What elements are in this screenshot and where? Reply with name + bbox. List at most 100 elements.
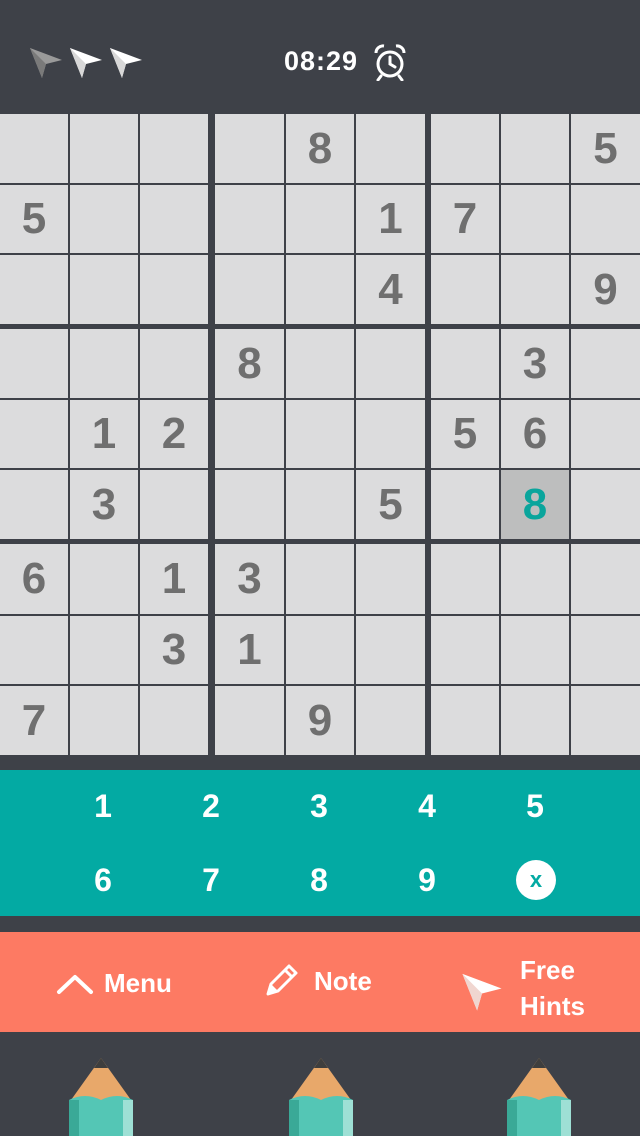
paper-plane-icon	[30, 48, 62, 78]
sudoku-cell-r7-c3[interactable]: 1	[140, 544, 208, 614]
sudoku-cell-r5-c6[interactable]	[356, 400, 425, 468]
sudoku-cell-r9-c9[interactable]	[571, 686, 640, 755]
sudoku-cell-r5-c9[interactable]	[571, 400, 640, 468]
sudoku-cell-r8-c4[interactable]: 1	[215, 616, 284, 684]
sudoku-cell-r7-c1[interactable]: 6	[0, 544, 68, 614]
sudoku-cell-r8-c7[interactable]	[431, 616, 499, 684]
sudoku-cell-r4-c5[interactable]	[286, 329, 354, 398]
sudoku-cell-r2-c9[interactable]	[571, 185, 640, 253]
numpad-key-1[interactable]: 1	[73, 781, 133, 831]
sudoku-cell-r1-c5[interactable]: 8	[286, 114, 354, 183]
sudoku-cell-r5-c7[interactable]: 5	[431, 400, 499, 468]
sudoku-cell-r2-c3[interactable]	[140, 185, 208, 253]
sudoku-cell-r5-c1[interactable]	[0, 400, 68, 468]
sudoku-cell-r6-c4[interactable]	[215, 470, 284, 539]
sudoku-cell-r9-c2[interactable]	[70, 686, 138, 755]
sudoku-cell-r2-c2[interactable]	[70, 185, 138, 253]
sudoku-cell-r9-c4[interactable]	[215, 686, 284, 755]
sudoku-cell-r8-c6[interactable]	[356, 616, 425, 684]
free-hints-label-line1: Free	[520, 955, 575, 985]
sudoku-cell-r5-c5[interactable]	[286, 400, 354, 468]
sudoku-cell-r4-c4[interactable]: 8	[215, 329, 284, 398]
sudoku-cell-r4-c1[interactable]	[0, 329, 68, 398]
sudoku-board: 85517498312563586133179	[0, 114, 640, 756]
free-hints-button[interactable]: Free Hints	[460, 952, 585, 1024]
sudoku-cell-r9-c1[interactable]: 7	[0, 686, 68, 755]
sudoku-cell-r3-c3[interactable]	[140, 255, 208, 324]
sudoku-cell-r5-c4[interactable]	[215, 400, 284, 468]
sudoku-cell-r8-c3[interactable]: 3	[140, 616, 208, 684]
numpad-key-3[interactable]: 3	[289, 781, 349, 831]
sudoku-cell-r2-c4[interactable]	[215, 185, 284, 253]
sudoku-cell-r3-c1[interactable]	[0, 255, 68, 324]
numpad-key-7[interactable]: 7	[181, 855, 241, 905]
sudoku-cell-r3-c9[interactable]: 9	[571, 255, 640, 324]
numpad-key-9[interactable]: 9	[397, 855, 457, 905]
sudoku-cell-r4-c2[interactable]	[70, 329, 138, 398]
sudoku-cell-r1-c1[interactable]	[0, 114, 68, 183]
sudoku-cell-r1-c7[interactable]	[431, 114, 499, 183]
sudoku-cell-r4-c8[interactable]: 3	[501, 329, 569, 398]
sudoku-cell-r1-c9[interactable]: 5	[571, 114, 640, 183]
sudoku-cell-r7-c4[interactable]: 3	[215, 544, 284, 614]
sudoku-cell-r7-c8[interactable]	[501, 544, 569, 614]
sudoku-cell-r9-c8[interactable]	[501, 686, 569, 755]
sudoku-cell-r1-c8[interactable]	[501, 114, 569, 183]
sudoku-cell-r5-c8[interactable]: 6	[501, 400, 569, 468]
sudoku-cell-r1-c3[interactable]	[140, 114, 208, 183]
sudoku-cell-r7-c7[interactable]	[431, 544, 499, 614]
sudoku-cell-r3-c6[interactable]: 4	[356, 255, 425, 324]
sudoku-cell-r1-c6[interactable]	[356, 114, 425, 183]
sudoku-cell-r8-c8[interactable]	[501, 616, 569, 684]
sudoku-cell-r9-c3[interactable]	[140, 686, 208, 755]
numpad-key-6[interactable]: 6	[73, 855, 133, 905]
sudoku-cell-r4-c6[interactable]	[356, 329, 425, 398]
sudoku-cell-r6-c1[interactable]	[0, 470, 68, 539]
sudoku-cell-r7-c5[interactable]	[286, 544, 354, 614]
top-bar: 08:29	[0, 0, 640, 114]
sudoku-cell-r4-c3[interactable]	[140, 329, 208, 398]
sudoku-cell-r1-c4[interactable]	[215, 114, 284, 183]
sudoku-cell-r7-c9[interactable]	[571, 544, 640, 614]
sudoku-cell-r3-c5[interactable]	[286, 255, 354, 324]
menu-label: Menu	[104, 968, 172, 998]
sudoku-cell-r7-c6[interactable]	[356, 544, 425, 614]
sudoku-cell-r6-c6[interactable]: 5	[356, 470, 425, 539]
sudoku-cell-r7-c2[interactable]	[70, 544, 138, 614]
numpad-key-2[interactable]: 2	[181, 781, 241, 831]
sudoku-cell-r1-c2[interactable]	[70, 114, 138, 183]
sudoku-cell-r6-c3[interactable]	[140, 470, 208, 539]
erase-button[interactable]: x	[516, 860, 556, 900]
sudoku-cell-r8-c1[interactable]	[0, 616, 68, 684]
sudoku-cell-r2-c6[interactable]: 1	[356, 185, 425, 253]
menu-button[interactable]: Menu	[56, 968, 172, 999]
sudoku-cell-r5-c3[interactable]: 2	[140, 400, 208, 468]
sudoku-cell-r5-c2[interactable]: 1	[70, 400, 138, 468]
sudoku-cell-r6-c2[interactable]: 3	[70, 470, 138, 539]
sudoku-cell-r6-c9[interactable]	[571, 470, 640, 539]
sudoku-cell-r2-c8[interactable]	[501, 185, 569, 253]
sudoku-cell-r6-c7[interactable]	[431, 470, 499, 539]
numpad-key-4[interactable]: 4	[397, 781, 457, 831]
sudoku-cell-r3-c2[interactable]	[70, 255, 138, 324]
sudoku-cell-r6-c8[interactable]: 8	[501, 470, 569, 539]
sudoku-cell-r6-c5[interactable]	[286, 470, 354, 539]
action-bar: Menu Note Free Hints	[0, 932, 640, 1032]
sudoku-cell-r3-c7[interactable]	[431, 255, 499, 324]
sudoku-cell-r9-c7[interactable]	[431, 686, 499, 755]
sudoku-cell-r8-c2[interactable]	[70, 616, 138, 684]
numpad-key-8[interactable]: 8	[289, 855, 349, 905]
sudoku-cell-r2-c5[interactable]	[286, 185, 354, 253]
sudoku-cell-r8-c5[interactable]	[286, 616, 354, 684]
sudoku-cell-r9-c5[interactable]: 9	[286, 686, 354, 755]
sudoku-cell-r3-c4[interactable]	[215, 255, 284, 324]
note-button[interactable]: Note	[262, 962, 372, 1000]
sudoku-cell-r9-c6[interactable]	[356, 686, 425, 755]
sudoku-cell-r4-c9[interactable]	[571, 329, 640, 398]
sudoku-cell-r4-c7[interactable]	[431, 329, 499, 398]
sudoku-cell-r3-c8[interactable]	[501, 255, 569, 324]
sudoku-cell-r8-c9[interactable]	[571, 616, 640, 684]
numpad-key-5[interactable]: 5	[505, 781, 565, 831]
sudoku-cell-r2-c7[interactable]: 7	[431, 185, 499, 253]
sudoku-cell-r2-c1[interactable]: 5	[0, 185, 68, 253]
